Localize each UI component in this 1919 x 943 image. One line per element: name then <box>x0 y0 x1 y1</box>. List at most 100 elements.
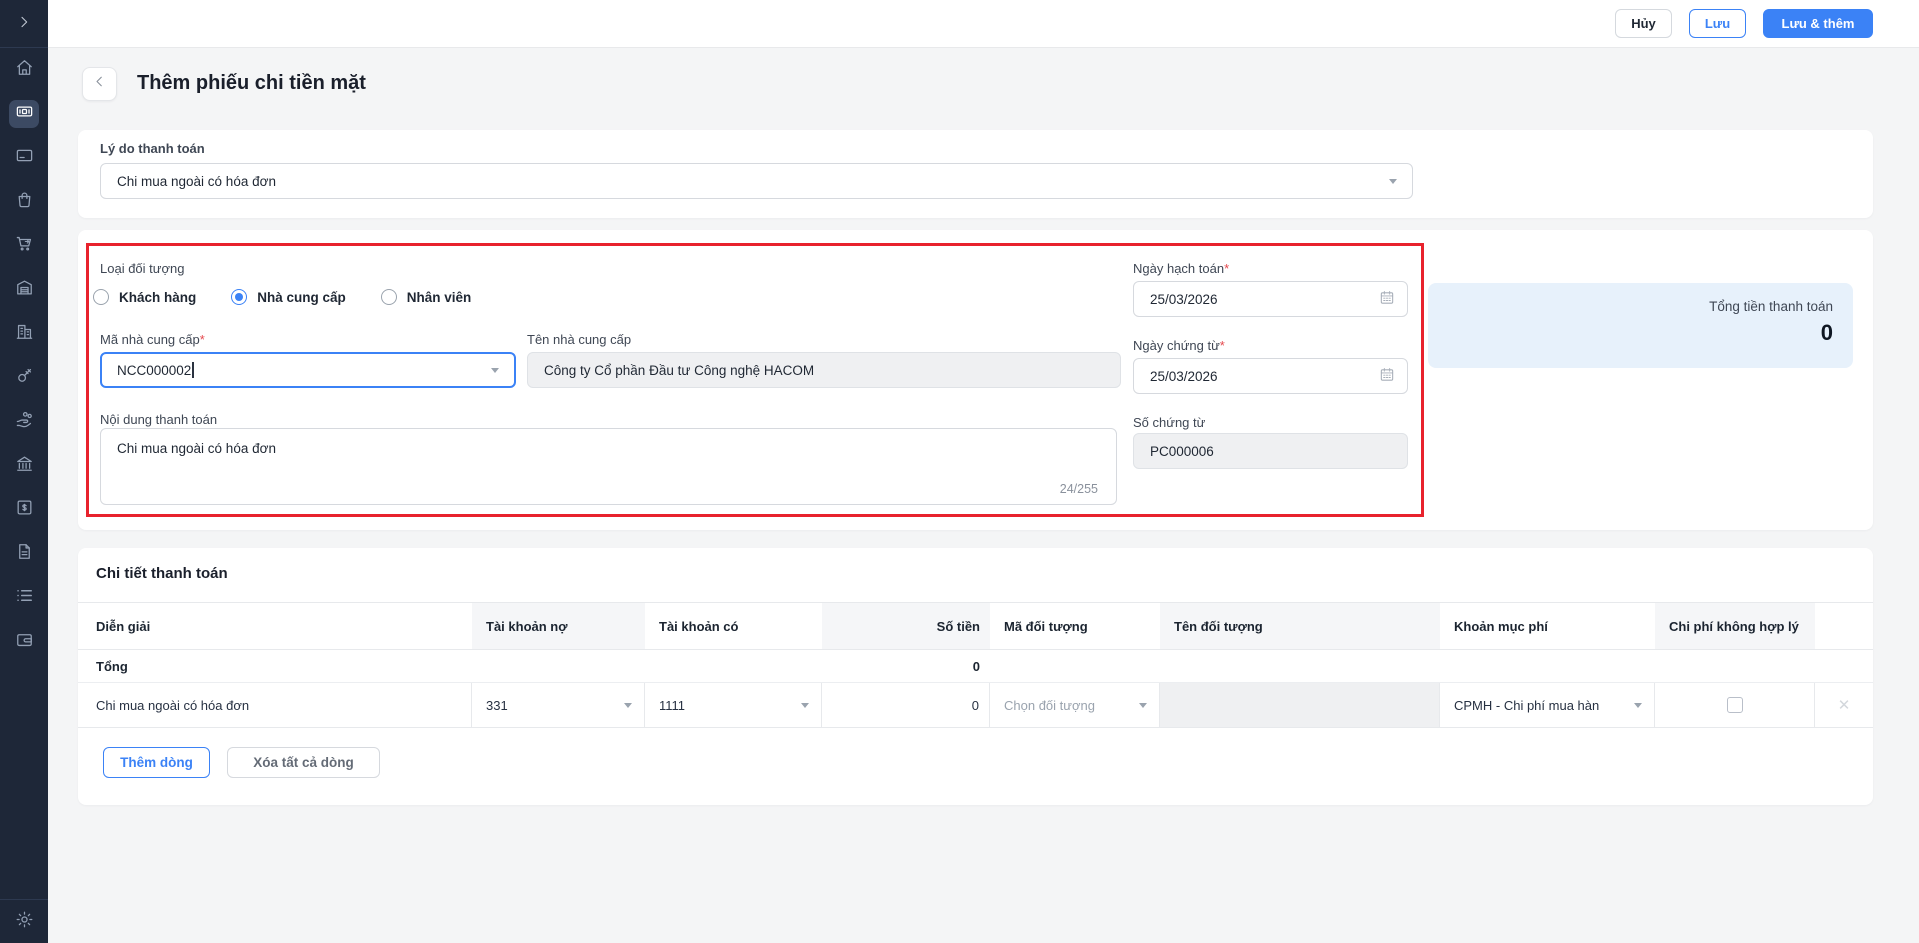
reason-select[interactable]: Chi mua ngoài có hóa đơn <box>100 163 1413 199</box>
content-value: Chi mua ngoài có hóa đơn <box>117 441 276 456</box>
sidebar-footer <box>0 899 48 943</box>
cell-credit-account-select[interactable]: 1111 <box>645 683 822 727</box>
chevron-down-icon <box>1389 179 1397 184</box>
sidebar-item-bank-card[interactable] <box>9 144 39 172</box>
clear-rows-button[interactable]: Xóa tất cả dòng <box>227 747 380 778</box>
cell-debit-account-select[interactable]: 331 <box>472 683 645 727</box>
radio-nhan-vien[interactable] <box>380 289 397 305</box>
col-header-invalid-expense: Chi phí không hợp lý <box>1655 603 1815 649</box>
document-date-input[interactable]: 25/03/2026 <box>1133 358 1408 394</box>
col-header-amount: Số tiền <box>822 603 990 649</box>
app-screen: Hủy Lưu Lưu & thêm Thêm phiếu chi tiền m… <box>0 0 1919 943</box>
sidebar-item-company[interactable] <box>9 320 39 348</box>
total-row-label: Tổng <box>96 658 128 674</box>
save-and-add-button[interactable]: Lưu & thêm <box>1763 9 1873 38</box>
sidebar-item-tax[interactable] <box>9 452 39 480</box>
calendar-icon[interactable] <box>1379 290 1395 309</box>
col-header-object-name: Tên đối tượng <box>1160 603 1440 649</box>
chevron-down-icon <box>801 703 809 708</box>
object-type-radio-group: Khách hàng Nhà cung cấp Nhân viên <box>93 289 471 305</box>
details-title: Chi tiết thanh toán <box>96 565 228 582</box>
sidebar-item-sales[interactable] <box>9 188 39 216</box>
cash-icon <box>15 102 34 126</box>
supplier-code-label: Mã nhà cung cấp* <box>100 332 205 347</box>
object-type-label: Loại đối tượng <box>100 261 185 276</box>
calendar-icon[interactable] <box>1379 367 1395 386</box>
col-header-debit-account: Tài khoản nợ <box>472 603 645 649</box>
radio-khach-hang-label: Khách hàng <box>119 289 197 305</box>
sidebar-item-reports[interactable] <box>9 584 39 612</box>
supplier-code-select[interactable]: NCC000002 <box>100 352 516 388</box>
bank-icon <box>15 454 34 478</box>
content-label: Nội dung thanh toán <box>100 412 218 427</box>
col-header-description: Diễn giải <box>96 618 151 634</box>
arrow-left-icon <box>91 73 108 95</box>
sidebar-item-budget[interactable] <box>9 496 39 524</box>
sidebar-item-purchase[interactable] <box>9 232 39 260</box>
hand-coins-icon <box>15 410 34 434</box>
wallet-icon <box>15 630 34 654</box>
sidebar-item-warehouse[interactable] <box>9 276 39 304</box>
sidebar <box>0 0 48 943</box>
cell-description[interactable]: Chi mua ngoài có hóa đơn <box>78 683 472 727</box>
shopping-cart-icon <box>15 234 34 258</box>
sidebar-item-documents[interactable] <box>9 540 39 568</box>
page-title: Thêm phiếu chi tiền mặt <box>137 72 366 94</box>
voucher-form-card: Loại đối tượng Khách hàng Nhà cung cấp N… <box>78 230 1873 530</box>
supplier-name-field: Công ty Cổ phần Đầu tư Công nghệ HACOM <box>527 352 1121 388</box>
table-header-row: Diễn giải Tài khoản nợ Tài khoản có Số t… <box>78 602 1873 650</box>
cell-actions: ✕ <box>1815 683 1873 727</box>
chevron-right-icon <box>16 14 32 35</box>
cell-amount[interactable]: 0 <box>822 683 990 727</box>
credit-card-icon <box>15 146 34 170</box>
total-payment-label: Tổng tiền thanh toán <box>1709 299 1833 314</box>
topbar: Hủy Lưu Lưu & thêm <box>48 0 1919 48</box>
document-date-label: Ngày chứng từ* <box>1133 338 1225 353</box>
add-row-button[interactable]: Thêm dòng <box>103 747 210 778</box>
sidebar-item-home[interactable] <box>9 56 39 84</box>
chevron-down-icon <box>491 368 499 373</box>
document-date-value: 25/03/2026 <box>1150 368 1218 384</box>
document-icon <box>15 542 34 566</box>
total-payment-panel: Tổng tiền thanh toán 0 <box>1428 283 1853 368</box>
back-button[interactable] <box>82 67 117 101</box>
safe-icon <box>15 498 34 522</box>
content-textarea[interactable]: Chi mua ngoài có hóa đơn 24/255 <box>100 428 1117 505</box>
sidebar-item-assets[interactable] <box>9 364 39 392</box>
building-icon <box>15 322 34 346</box>
radio-khach-hang[interactable] <box>93 289 109 305</box>
sidebar-menu <box>0 56 48 656</box>
document-number-field: PC000006 <box>1133 433 1408 469</box>
table-total-row: Tổng 0 <box>78 650 1873 683</box>
sidebar-header <box>0 0 48 48</box>
document-number-value: PC000006 <box>1150 443 1214 459</box>
settings-button[interactable] <box>9 908 39 936</box>
sidebar-item-wallet[interactable] <box>9 628 39 656</box>
invalid-expense-checkbox[interactable] <box>1726 697 1743 713</box>
home-icon <box>15 58 34 82</box>
sidebar-expand-button[interactable] <box>11 11 37 37</box>
sidebar-item-cash[interactable] <box>9 100 39 128</box>
char-counter: 24/255 <box>1059 482 1098 496</box>
payment-details-card: Chi tiết thanh toán Diễn giải Tài khoản … <box>78 548 1873 805</box>
cell-expense-category-select[interactable]: CPMH - Chi phí mua hàn <box>1440 683 1655 727</box>
list-icon <box>15 586 34 610</box>
cancel-button[interactable]: Hủy <box>1615 9 1672 38</box>
delete-row-icon[interactable]: ✕ <box>1838 696 1851 714</box>
radio-nha-cung-cap[interactable] <box>231 289 248 305</box>
gear-icon <box>15 910 34 934</box>
posting-date-input[interactable]: 25/03/2026 <box>1133 281 1408 317</box>
posting-date-label: Ngày hạch toán* <box>1133 261 1230 276</box>
reason-card: Lý do thanh toán Chi mua ngoài có hóa đơ… <box>78 130 1873 218</box>
cell-object-code-select[interactable]: Chọn đối tượng <box>990 683 1160 727</box>
sidebar-item-loans[interactable] <box>9 408 39 436</box>
chevron-down-icon <box>624 703 632 708</box>
document-number-label: Số chứng từ <box>1133 415 1206 430</box>
save-button[interactable]: Lưu <box>1689 9 1746 38</box>
chevron-down-icon <box>1634 703 1642 708</box>
col-header-credit-account: Tài khoản có <box>659 618 739 634</box>
table-row: Chi mua ngoài có hóa đơn 331 1111 0 Chọn… <box>78 683 1873 728</box>
col-header-expense-category: Khoản mục phí <box>1454 618 1548 634</box>
shopping-bag-icon <box>15 190 34 214</box>
posting-date-value: 25/03/2026 <box>1150 291 1218 307</box>
